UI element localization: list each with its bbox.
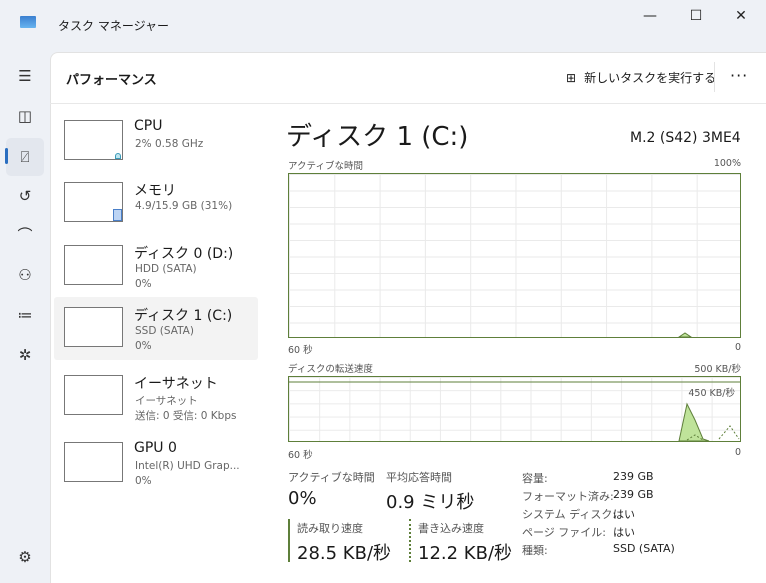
device-thumbnail: [64, 120, 123, 160]
device-name: ディスク 1 (C:): [134, 308, 233, 324]
users-icon[interactable]: ⚇: [14, 264, 36, 286]
write-legend-line: [409, 519, 411, 562]
device-name: CPU: [134, 118, 163, 134]
close-button[interactable]: ✕: [727, 8, 755, 24]
chart1-xleft: 60 秒: [288, 345, 313, 356]
divider: [50, 103, 766, 104]
device-thumbnail: [64, 245, 123, 285]
transfer-rate-chart: 450 KB/秒: [288, 376, 741, 442]
prop-value: 239 GB: [613, 488, 654, 501]
prop-value: はい: [613, 526, 635, 539]
response-time-label: 平均応答時間: [386, 471, 452, 484]
chart2-peak: 450 KB/秒: [688, 388, 735, 399]
device-sub1: SSD (SATA): [135, 325, 194, 337]
details-icon[interactable]: ≔: [14, 304, 36, 326]
history-icon[interactable]: ↺: [14, 185, 36, 207]
device-sub2: 0%: [135, 475, 152, 487]
write-speed-value: 12.2 KB/秒: [418, 543, 513, 564]
response-time-value: 0.9 ミリ秒: [386, 492, 475, 513]
settings-icon[interactable]: ⚙: [14, 546, 36, 568]
active-time-series: [678, 332, 692, 337]
write-speed-label: 書き込み速度: [418, 522, 484, 535]
page-title: パフォーマンス: [66, 73, 157, 88]
device-item[interactable]: ディスク 0 (D:) HDD (SATA) 0%: [54, 235, 258, 298]
device-model: M.2 (S42) 3ME4: [630, 130, 741, 146]
read-speed-value: 28.5 KB/秒: [297, 543, 392, 564]
device-sub1: イーサネット: [135, 395, 198, 407]
device-item[interactable]: CPU 2% 0.58 GHz: [54, 110, 258, 173]
device-item[interactable]: GPU 0 Intel(R) UHD Grap... 0%: [54, 432, 258, 495]
device-item[interactable]: イーサネット イーサネット送信: 0 受信: 0 Kbps: [54, 365, 258, 428]
new-task-button[interactable]: ⊞ 新しいタスクを実行する: [566, 69, 716, 86]
processes-icon[interactable]: ◫: [14, 105, 36, 127]
device-name: メモリ: [134, 183, 176, 199]
nav-indicator: [5, 148, 8, 164]
device-sub1: 2% 0.58 GHz: [135, 138, 204, 150]
prop-value: SSD (SATA): [613, 542, 675, 555]
prop-label: 容量:: [522, 472, 548, 485]
device-sub1: 4.9/15.9 GB (31%): [135, 200, 233, 212]
device-name: GPU 0: [134, 440, 177, 456]
minimize-button[interactable]: —: [636, 8, 664, 24]
new-task-icon: ⊞: [566, 70, 577, 85]
device-thumbnail: [64, 375, 123, 415]
active-time-chart: [288, 173, 741, 338]
performance-icon[interactable]: ⍁: [14, 146, 36, 168]
active-time-label: アクティブな時間: [288, 471, 375, 484]
device-thumbnail: [64, 307, 123, 347]
chart1-max: 100%: [713, 158, 741, 169]
chart1-label: アクティブな時間: [288, 161, 363, 172]
chart2-xleft: 60 秒: [288, 450, 313, 461]
device-sub2: 0%: [135, 278, 152, 290]
new-task-label: 新しいタスクを実行する: [584, 71, 717, 85]
chart2-xright: 0: [734, 447, 741, 458]
maximize-button[interactable]: ☐: [682, 8, 710, 24]
prop-value: 239 GB: [613, 470, 654, 483]
read-legend-line: [288, 519, 290, 562]
menu-icon[interactable]: ☰: [14, 65, 36, 87]
chart2-label: ディスクの転送速度: [288, 364, 373, 375]
chart1-xright: 0: [734, 342, 741, 353]
device-item[interactable]: メモリ 4.9/15.9 GB (31%): [54, 172, 258, 235]
device-item[interactable]: ディスク 1 (C:) SSD (SATA) 0%: [54, 297, 258, 360]
prop-label: 種類:: [522, 544, 548, 557]
device-name: ディスク 0 (D:): [134, 246, 234, 262]
prop-value: はい: [613, 508, 635, 521]
active-time-value: 0%: [288, 488, 317, 509]
services-icon[interactable]: ✲: [14, 344, 36, 366]
device-name: イーサネット: [134, 376, 218, 392]
read-speed-label: 読み取り速度: [297, 522, 363, 535]
chart2-max: 500 KB/秒: [694, 364, 741, 375]
startup-icon[interactable]: ⌒: [14, 224, 36, 246]
more-button[interactable]: ···: [730, 66, 748, 85]
device-thumbnail: [64, 182, 123, 222]
window-title: タスク マネージャー: [58, 19, 169, 33]
device-thumbnail: [64, 442, 123, 482]
device-sub2: 0%: [135, 340, 152, 352]
device-title: ディスク 1 (C:): [286, 122, 469, 152]
prop-label: システム ディスク:: [522, 508, 617, 521]
prop-label: ページ ファイル:: [522, 526, 606, 539]
device-sub1: Intel(R) UHD Grap...: [135, 460, 240, 472]
prop-label: フォーマット済み:: [522, 490, 614, 503]
device-sub1: HDD (SATA): [135, 263, 197, 275]
divider: [714, 62, 715, 92]
app-icon: [20, 16, 36, 28]
device-sub2: 送信: 0 受信: 0 Kbps: [135, 410, 237, 422]
